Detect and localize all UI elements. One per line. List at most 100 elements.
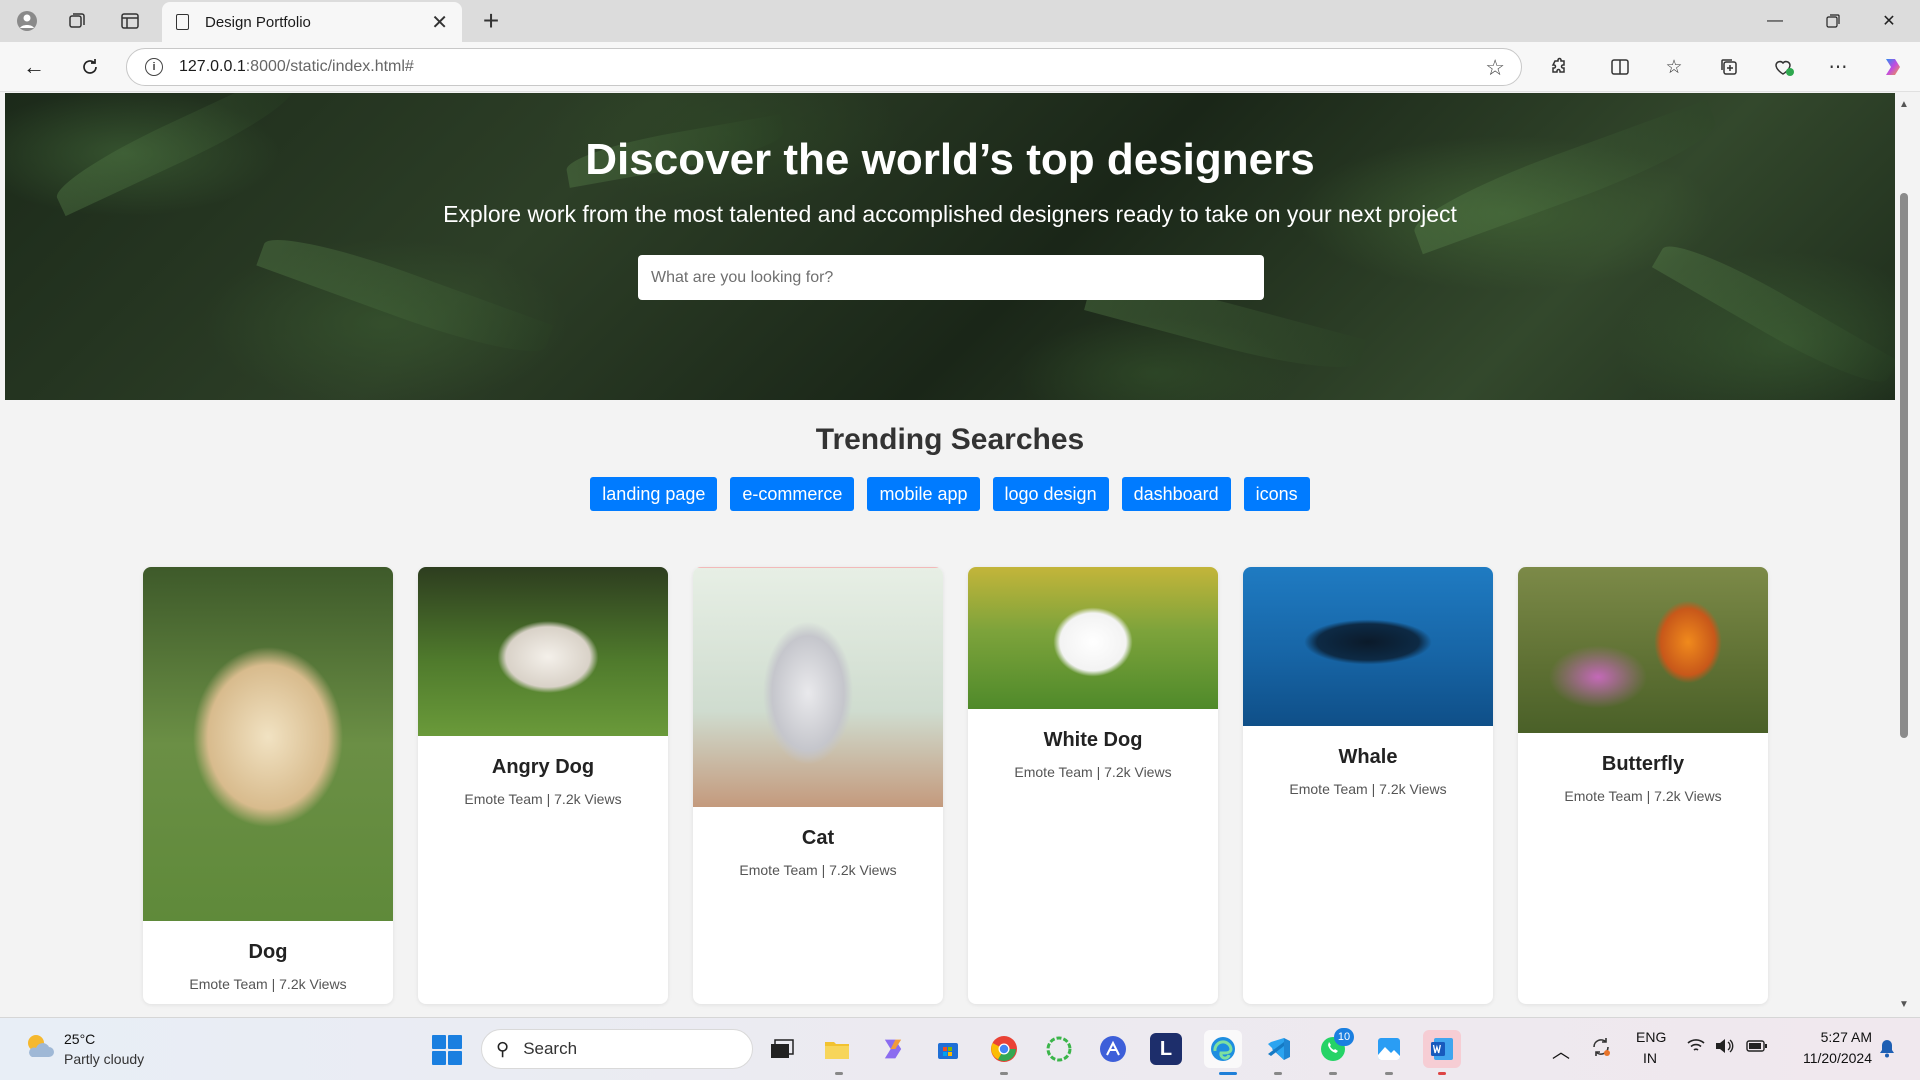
card-meta: Emote Team | 7.2k Views [189,976,347,992]
card-angry-dog[interactable]: Angry Dog Emote Team | 7.2k Views [418,567,668,1004]
more-options-icon[interactable]: ⋯ [1822,52,1854,82]
page-content: Discover the world’s top designers Explo… [5,93,1895,1017]
tag-icons[interactable]: icons [1243,477,1310,511]
split-screen-icon[interactable] [1604,52,1636,82]
whale-image [1243,567,1493,726]
close-tab-icon[interactable]: ✕ [431,10,448,35]
butterfly-image [1518,567,1768,733]
weather-temperature: 25°C [64,1031,96,1047]
show-hidden-icons-chevron-icon[interactable]: ︿ [1552,1038,1570,1064]
card-title: White Dog [1043,729,1143,751]
collections-icon[interactable] [1713,52,1745,82]
l-app-icon[interactable]: L [1150,1033,1182,1065]
circle-app-icon[interactable] [1040,1030,1078,1068]
copilot-icon[interactable] [1877,52,1909,82]
minimize-icon[interactable]: — [1752,6,1798,36]
card-meta: Emote Team | 7.2k Views [1014,764,1172,780]
running-indicator [1385,1072,1393,1075]
card-meta: Emote Team | 7.2k Views [464,791,622,807]
refresh-icon[interactable] [74,52,106,82]
photos-icon[interactable] [1370,1030,1408,1068]
active-indicator [1219,1072,1237,1075]
language-bottom[interactable]: IN [1643,1050,1657,1066]
running-indicator [1329,1072,1337,1075]
windows-taskbar: 25°C Partly cloudy ⚲ Search L 10 ︿ ENG I… [0,1017,1920,1080]
windows-start-icon[interactable] [432,1035,462,1065]
site-info-icon[interactable]: i [145,58,163,76]
card-title: Butterfly [1601,753,1685,775]
partly-cloudy-icon[interactable] [22,1031,56,1061]
card-meta: Emote Team | 7.2k Views [1564,788,1722,804]
card-title: Angry Dog [491,756,595,778]
card-white-dog[interactable]: White Dog Emote Team | 7.2k Views [968,567,1218,1004]
card-meta: Emote Team | 7.2k Views [739,862,897,878]
leaf-decoration [1651,230,1895,398]
vscode-icon[interactable] [1259,1030,1297,1068]
card-cat[interactable]: Cat Emote Team | 7.2k Views [693,567,943,1004]
clock-time[interactable]: 5:27 AM [1796,1029,1872,1045]
workspaces-icon[interactable] [62,6,92,36]
address-bar[interactable]: i 127.0.0.1:8000/static/index.html# ☆ [126,48,1522,86]
restore-icon[interactable] [1810,6,1856,36]
task-view-icon[interactable] [763,1030,801,1068]
chrome-icon[interactable] [985,1030,1023,1068]
running-indicator [1000,1072,1008,1075]
browser-tab-bar: Design Portfolio ✕ + — ✕ [0,0,1920,42]
word-icon[interactable] [1423,1030,1461,1068]
whatsapp-badge: 10 [1334,1028,1354,1046]
browser-toolbar: ← i 127.0.0.1:8000/static/index.html# ☆ … [0,42,1920,92]
close-window-icon[interactable]: ✕ [1866,6,1912,36]
new-tab-icon[interactable]: + [476,5,506,36]
weather-description: Partly cloudy [64,1051,145,1067]
volume-icon[interactable] [1714,1038,1734,1057]
scroll-down-arrow-icon[interactable]: ▼ [1898,999,1910,1010]
clock-date[interactable]: 11/20/2024 [1788,1050,1872,1066]
edge-icon[interactable] [1204,1030,1242,1068]
url-path: :8000/static/index.html# [245,58,414,75]
card-whale[interactable]: Whale Emote Team | 7.2k Views [1243,567,1493,1004]
leaf-decoration [256,223,554,368]
angry-dog-image [418,567,668,736]
tag-mobile-app[interactable]: mobile app [867,477,980,511]
sync-icon[interactable] [1590,1036,1612,1061]
file-explorer-icon[interactable] [818,1030,856,1068]
favorites-icon[interactable]: ☆ [1658,52,1690,82]
taskbar-search[interactable]: ⚲ Search [481,1029,753,1069]
extensions-icon[interactable] [1542,52,1574,82]
tab-actions-icon[interactable] [115,6,145,36]
running-indicator [1438,1072,1446,1075]
search-input[interactable] [638,255,1264,300]
copilot-app-icon[interactable] [874,1030,912,1068]
card-butterfly[interactable]: Butterfly Emote Team | 7.2k Views [1518,567,1768,1004]
browser-essentials-icon[interactable] [1768,52,1800,82]
tag-dashboard[interactable]: dashboard [1121,477,1231,511]
a-app-icon[interactable] [1094,1030,1132,1068]
search-icon: ⚲ [496,1038,510,1059]
wifi-icon[interactable] [1686,1038,1706,1057]
scrollbar-thumb[interactable] [1900,193,1908,738]
tag-logo-design[interactable]: logo design [992,477,1109,511]
tab-design-portfolio[interactable]: Design Portfolio ✕ [162,2,462,42]
trending-title: Trending Searches [815,423,1085,456]
page-icon [176,14,189,30]
dog-image [143,567,393,921]
trending-tags: landing page e-commerce mobile app logo … [5,477,1895,511]
microsoft-store-icon[interactable] [929,1030,967,1068]
tag-landing-page[interactable]: landing page [590,477,718,511]
battery-icon[interactable] [1746,1039,1768,1056]
card-meta: Emote Team | 7.2k Views [1289,781,1447,797]
running-indicator [1274,1072,1282,1075]
vertical-scrollbar[interactable]: ▲ ▼ [1895,93,1913,1017]
tag-e-commerce[interactable]: e-commerce [730,477,855,511]
scroll-up-arrow-icon[interactable]: ▲ [1898,99,1910,110]
card-grid: Dog Emote Team | 7.2k Views Angry Dog Em… [138,567,1778,1017]
card-dog[interactable]: Dog Emote Team | 7.2k Views [143,567,393,1004]
notification-bell-icon[interactable] [1878,1038,1896,1061]
url-host: 127.0.0.1 [179,58,246,75]
tab-title: Design Portfolio [205,13,311,31]
back-icon[interactable]: ← [18,52,50,82]
profile-icon[interactable] [12,6,42,36]
language-top[interactable]: ENG [1636,1029,1666,1045]
favorite-star-icon[interactable]: ☆ [1485,55,1505,81]
running-indicator [835,1072,843,1075]
